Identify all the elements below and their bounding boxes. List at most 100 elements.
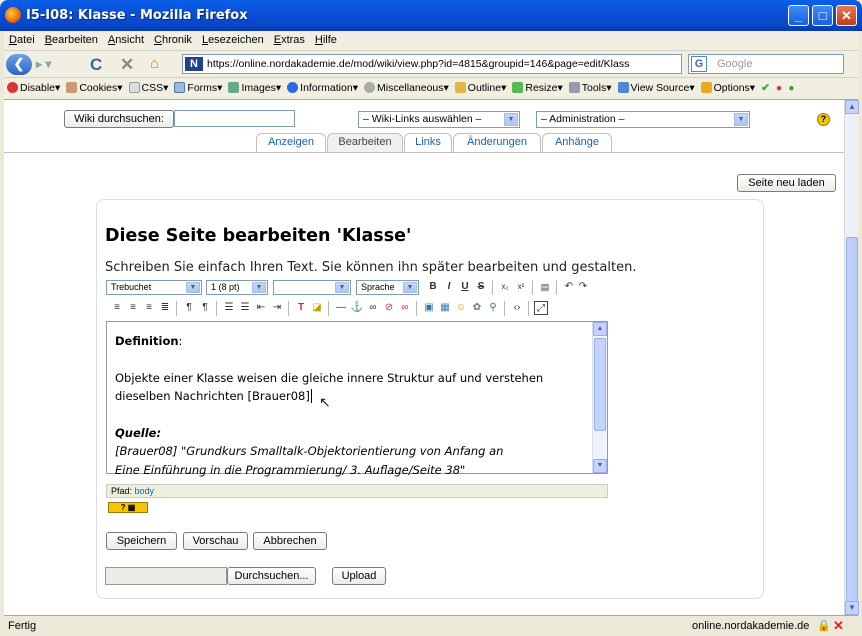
dev-forms[interactable]: Forms▾	[171, 78, 225, 94]
administration-select[interactable]: – Administration – ▼	[536, 111, 750, 128]
scroll-up-icon[interactable]: ▲	[845, 100, 859, 114]
minimize-button[interactable]: _	[788, 5, 809, 26]
dev-resize[interactable]: Resize▾	[509, 78, 565, 94]
dev-tools[interactable]: Tools▾	[566, 78, 615, 94]
tab-links[interactable]: Links	[404, 133, 452, 152]
search-replace-icon[interactable]: ⚲	[486, 301, 500, 315]
align-right-icon[interactable]: ≡	[142, 301, 156, 315]
editor-help-icon[interactable]: ? ▦	[108, 502, 148, 513]
browse-button[interactable]: Durchsuchen...	[227, 567, 316, 585]
path-body-link[interactable]: body	[135, 486, 155, 496]
file-path-input[interactable]	[105, 567, 227, 585]
help-icon[interactable]: ?	[817, 113, 830, 126]
save-button[interactable]: Speichern	[106, 532, 177, 550]
menu-lesezeichen[interactable]: Lesezeichen	[197, 31, 269, 46]
menu-chronik[interactable]: Chronik	[149, 31, 197, 46]
nolink-icon[interactable]: ∞	[398, 301, 412, 315]
wiki-search-input[interactable]	[174, 110, 295, 127]
smiley-icon[interactable]: ☺	[454, 301, 468, 315]
reload-page-button[interactable]: Seite neu laden	[737, 174, 836, 192]
italic-icon[interactable]: I	[442, 280, 456, 294]
justify-icon[interactable]: ≣	[158, 301, 172, 315]
unordered-list-icon[interactable]: ☰	[238, 301, 252, 315]
dev-ok-icon[interactable]: ●	[785, 78, 797, 94]
rtl-icon[interactable]: ¶	[198, 301, 212, 315]
align-left-icon[interactable]: ≡	[110, 301, 124, 315]
dev-outline[interactable]: Outline▾	[452, 78, 510, 94]
definition-line-1: Objekte einer Klasse weisen die gleiche …	[115, 370, 544, 385]
window-title-bar[interactable]: I5-I08: Klasse - Mozilla Firefox _ □ ✕	[0, 0, 862, 31]
clean-word-icon[interactable]: ▤	[538, 280, 552, 294]
redo-icon[interactable]: ↷	[576, 280, 590, 294]
editor-textarea[interactable]: Definition: Objekte einer Klasse weisen …	[106, 321, 608, 477]
preview-button[interactable]: Vorschau	[183, 532, 248, 550]
back-button[interactable]: ❮	[6, 54, 32, 75]
tab-anzeigen[interactable]: Anzeigen	[256, 133, 326, 152]
url-input[interactable]: N https://online.nordakademie.de/mod/wik…	[182, 54, 682, 74]
cancel-button[interactable]: Abbrechen	[253, 532, 327, 550]
font-select[interactable]: Trebuchet ▼	[106, 280, 202, 295]
menu-bearbeiten[interactable]: Bearbeiten	[40, 31, 103, 46]
upload-button[interactable]: Upload	[332, 567, 386, 585]
editor-scroll-thumb[interactable]	[594, 338, 606, 431]
style-select[interactable]: ▼	[273, 280, 351, 295]
link-icon[interactable]: ∞	[366, 301, 380, 315]
forward-button[interactable]: ▸ ▾	[36, 57, 51, 71]
indent-icon[interactable]: ⇥	[270, 301, 284, 315]
menu-ansicht[interactable]: Ansicht	[103, 31, 149, 46]
dev-images[interactable]: Images▾	[225, 78, 284, 94]
menu-hilfe[interactable]: Hilfe	[310, 31, 342, 46]
dev-cookies[interactable]: Cookies▾	[63, 78, 125, 94]
tab-anhaenge[interactable]: Anhänge	[542, 133, 612, 152]
unlink-icon[interactable]: ⊘	[382, 301, 396, 315]
wiki-search-button[interactable]: Wiki durchsuchen:	[64, 110, 174, 128]
subscript-icon[interactable]: x₂	[498, 280, 512, 294]
menu-datei[interactable]: Datei	[4, 31, 40, 46]
fullscreen-icon[interactable]: ⤢	[534, 301, 548, 315]
dev-error-icon[interactable]: ●	[773, 78, 785, 94]
ordered-list-icon[interactable]: ☰	[222, 301, 236, 315]
outdent-icon[interactable]: ⇤	[254, 301, 268, 315]
undo-icon[interactable]: ↶	[562, 280, 576, 294]
html-source-icon[interactable]: ‹›	[510, 301, 524, 315]
maximize-button[interactable]: □	[812, 5, 833, 26]
dev-options[interactable]: Options▾	[698, 78, 758, 94]
dev-check-icon[interactable]: ✔	[758, 78, 773, 94]
language-select[interactable]: Sprache ▼	[356, 280, 419, 295]
editor-scrollbar[interactable]: ▲ ▼	[592, 322, 607, 473]
wiki-links-select[interactable]: – Wiki-Links auswählen – ▼	[358, 111, 520, 128]
page-scrollbar[interactable]: ▲ ▼	[844, 100, 859, 623]
reload-icon[interactable]: C	[90, 55, 102, 75]
special-char-icon[interactable]: ✿	[470, 301, 484, 315]
scroll-down-icon[interactable]: ▼	[845, 601, 859, 615]
close-button[interactable]: ✕	[836, 5, 857, 26]
home-icon[interactable]: ⌂	[150, 55, 159, 72]
align-center-icon[interactable]: ≡	[126, 301, 140, 315]
insert-image-icon[interactable]: ▣	[422, 301, 436, 315]
dev-disable[interactable]: Disable▾	[4, 78, 63, 94]
tab-bearbeiten[interactable]: Bearbeiten	[327, 133, 403, 152]
text-color-icon[interactable]: T	[294, 301, 308, 315]
horizontal-rule-icon[interactable]: —	[334, 301, 348, 315]
tab-aenderungen[interactable]: Änderungen	[453, 133, 541, 152]
dev-css[interactable]: CSS▾	[126, 78, 172, 94]
background-color-icon[interactable]: ◪	[310, 301, 324, 315]
dev-miscellaneous[interactable]: Miscellaneous▾	[361, 78, 452, 94]
ltr-icon[interactable]: ¶	[182, 301, 196, 315]
dev-view-source[interactable]: View Source▾	[615, 78, 698, 94]
stop-icon[interactable]: ✕	[120, 55, 134, 75]
search-input[interactable]: G Google	[688, 54, 844, 74]
insert-table-icon[interactable]: ▦	[438, 301, 452, 315]
underline-icon[interactable]: U	[458, 280, 472, 294]
size-select[interactable]: 1 (8 pt) ▼	[206, 280, 268, 295]
anchor-icon[interactable]: ⚓	[350, 301, 364, 315]
superscript-icon[interactable]: x²	[514, 280, 528, 294]
bold-icon[interactable]: B	[426, 280, 440, 294]
security-warning-icon[interactable]: ✕	[833, 616, 844, 636]
strikethrough-icon[interactable]: S	[474, 280, 488, 294]
page-scroll-thumb[interactable]	[846, 237, 858, 623]
menu-extras[interactable]: Extras	[269, 31, 310, 46]
scroll-down-icon[interactable]: ▼	[593, 459, 607, 473]
scroll-up-icon[interactable]: ▲	[593, 322, 607, 336]
dev-information[interactable]: Information▾	[284, 78, 361, 94]
